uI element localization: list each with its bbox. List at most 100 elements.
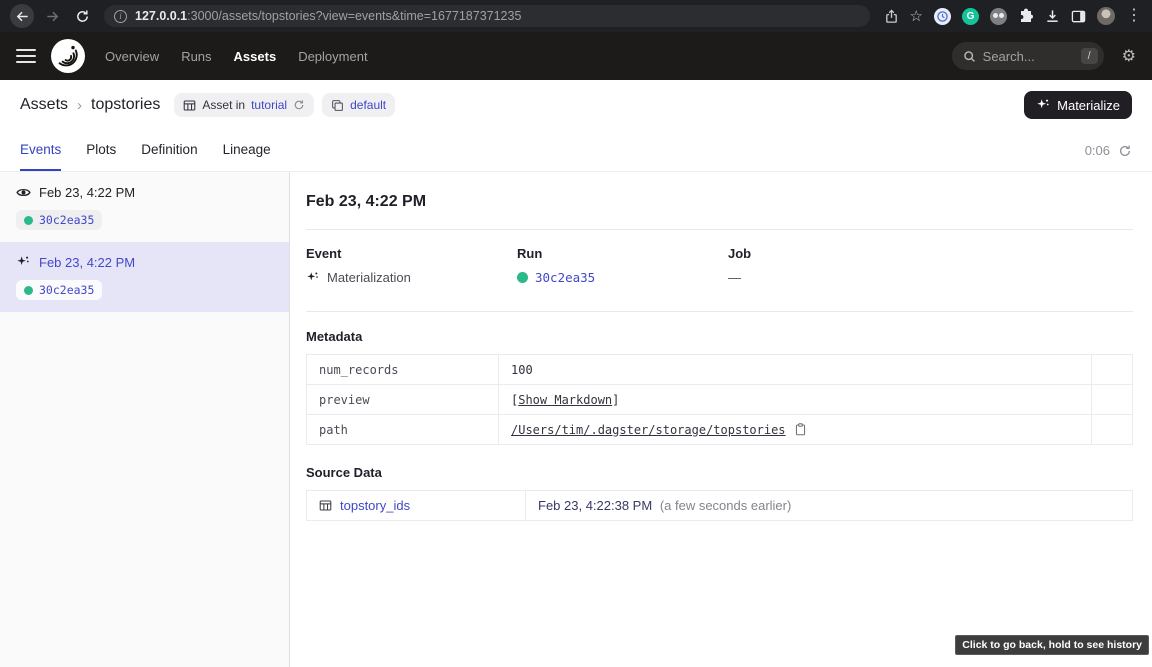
sparkle-icon — [1036, 98, 1050, 112]
source-data-row: topstory_ids Feb 23, 4:22:38 PM (a few s… — [307, 491, 1133, 521]
run-status-dot — [24, 216, 33, 225]
back-button-tooltip: Click to go back, hold to see history — [955, 635, 1149, 655]
metadata-row-path: path /Users/tim/.dagster/storage/topstor… — [307, 415, 1133, 445]
observation-eye-icon — [16, 185, 31, 200]
event-detail-title: Feb 23, 4:22 PM — [306, 193, 1133, 211]
url-host: 127.0.0.1 — [135, 9, 187, 23]
event-list-item-observation[interactable]: Feb 23, 4:22 PM 30c2ea35 — [0, 172, 289, 242]
event-detail-panel: Feb 23, 4:22 PM Event Materialization Ru… — [290, 172, 1152, 667]
materialization-sparkle-icon — [306, 271, 320, 285]
copy-stack-icon — [331, 99, 344, 112]
run-id-link[interactable]: 30c2ea35 — [39, 283, 94, 297]
event-column-label: Event — [306, 246, 517, 261]
metadata-row-preview: preview [Show Markdown] — [307, 385, 1133, 415]
event-timestamp-row: Feb 23, 4:22 PM — [16, 185, 273, 200]
event-type-value: Materialization — [306, 270, 517, 285]
run-status-dot — [517, 272, 528, 283]
run-id-link[interactable]: 30c2ea35 — [535, 270, 595, 285]
asset-group-link[interactable]: default — [350, 98, 386, 112]
browser-profile-avatar[interactable] — [1097, 7, 1115, 25]
asset-tabs: Events Plots Definition Lineage 0:06 — [0, 130, 1152, 172]
main-nav-links: Overview Runs Assets Deployment — [105, 49, 368, 64]
source-asset-name: topstory_ids — [340, 498, 410, 513]
browser-actions: ☆ G ⋮ — [884, 7, 1142, 25]
tab-definition[interactable]: Definition — [141, 130, 197, 171]
settings-gear-icon[interactable]: ⚙ — [1122, 46, 1136, 66]
dagster-logo[interactable] — [51, 39, 85, 73]
copy-clipboard-icon[interactable] — [794, 423, 807, 436]
bracket-close: ] — [612, 393, 619, 407]
metadata-heading: Metadata — [306, 329, 1133, 344]
nav-item-overview[interactable]: Overview — [105, 49, 159, 64]
side-panel-icon[interactable] — [1071, 9, 1086, 24]
tab-lineage[interactable]: Lineage — [223, 130, 271, 171]
materialize-button[interactable]: Materialize — [1024, 91, 1132, 119]
breadcrumb-asset-name: topstories — [91, 96, 160, 114]
metadata-key: path — [307, 415, 499, 445]
refresh-timer: 0:06 — [1085, 130, 1132, 171]
metadata-key: num_records — [307, 355, 499, 385]
breadcrumb-assets-link[interactable]: Assets — [20, 96, 68, 114]
downloads-icon[interactable] — [1045, 9, 1060, 24]
grammarly-extension-icon[interactable]: G — [962, 8, 979, 25]
code-location-tag[interactable]: Asset in tutorial — [174, 93, 314, 117]
address-bar[interactable]: i 127.0.0.1:3000/assets/topstories?view=… — [104, 5, 870, 27]
tab-events[interactable]: Events — [20, 130, 61, 171]
run-tag[interactable]: 30c2ea35 — [16, 280, 102, 300]
browser-toolbar: i 127.0.0.1:3000/assets/topstories?view=… — [0, 0, 1152, 32]
event-column: Event Materialization — [306, 246, 517, 285]
source-asset-link[interactable]: topstory_ids — [319, 498, 513, 513]
job-column-label: Job — [728, 246, 1133, 261]
run-column-label: Run — [517, 246, 728, 261]
metadata-row-num-records: num_records 100 — [307, 355, 1133, 385]
event-timestamp: Feb 23, 4:22 PM — [39, 185, 135, 200]
job-value: — — [728, 270, 1133, 285]
materialize-label: Materialize — [1057, 98, 1120, 113]
reload-location-icon[interactable] — [293, 99, 305, 111]
search-icon — [963, 50, 976, 63]
url-text: 127.0.0.1:3000/assets/topstories?view=ev… — [135, 9, 521, 23]
nav-item-deployment[interactable]: Deployment — [298, 49, 367, 64]
run-tag[interactable]: 30c2ea35 — [16, 210, 102, 230]
hamburger-menu-icon[interactable] — [16, 49, 36, 63]
refresh-icon[interactable] — [1118, 144, 1132, 158]
extensions-puzzle-icon[interactable] — [1018, 8, 1034, 24]
code-location-link[interactable]: tutorial — [251, 98, 287, 112]
table-grid-icon — [183, 99, 196, 112]
app-top-nav: Overview Runs Assets Deployment Search..… — [0, 32, 1152, 80]
tab-plots[interactable]: Plots — [86, 130, 116, 171]
share-icon[interactable] — [884, 9, 899, 24]
materialization-sparkle-icon — [16, 255, 31, 270]
browser-forward-button[interactable] — [40, 4, 64, 28]
bookmark-star-icon[interactable]: ☆ — [910, 9, 923, 24]
source-data-table: topstory_ids Feb 23, 4:22:38 PM (a few s… — [306, 490, 1133, 521]
clock-extension-icon[interactable] — [934, 8, 951, 25]
nav-item-assets[interactable]: Assets — [234, 49, 277, 64]
job-value-text: — — [728, 270, 741, 285]
asset-group-tag[interactable]: default — [322, 93, 395, 117]
path-link[interactable]: /Users/tim/.dagster/storage/topstories — [511, 423, 786, 437]
event-list-sidebar: Feb 23, 4:22 PM 30c2ea35 Feb 23, 4:22 PM… — [0, 172, 290, 667]
run-value: 30c2ea35 — [517, 270, 728, 285]
show-markdown-link[interactable]: Show Markdown — [518, 393, 612, 407]
metadata-key: preview — [307, 385, 499, 415]
search-placeholder: Search... — [983, 49, 1074, 64]
goggles-extension-icon[interactable] — [990, 8, 1007, 25]
metadata-table: num_records 100 preview [Show Markdown] … — [306, 354, 1133, 445]
global-search-input[interactable]: Search... / — [952, 42, 1104, 70]
source-data-heading: Source Data — [306, 465, 1133, 480]
source-time-note: (a few seconds earlier) — [660, 498, 792, 513]
browser-reload-button[interactable] — [70, 4, 94, 28]
browser-menu-kebab-icon[interactable]: ⋮ — [1126, 8, 1142, 24]
event-list-item-materialization[interactable]: Feb 23, 4:22 PM 30c2ea35 — [0, 242, 289, 312]
metadata-extra-cell — [1092, 415, 1133, 445]
site-info-icon[interactable]: i — [114, 10, 127, 23]
asset-page-header: Assets › topstories Asset in tutorial de… — [0, 80, 1152, 130]
table-grid-icon — [319, 499, 332, 512]
divider — [306, 311, 1133, 312]
nav-item-runs[interactable]: Runs — [181, 49, 211, 64]
divider — [306, 229, 1133, 230]
browser-back-button[interactable] — [10, 4, 34, 28]
back-arrow-icon — [15, 9, 30, 24]
run-id-link[interactable]: 30c2ea35 — [39, 213, 94, 227]
